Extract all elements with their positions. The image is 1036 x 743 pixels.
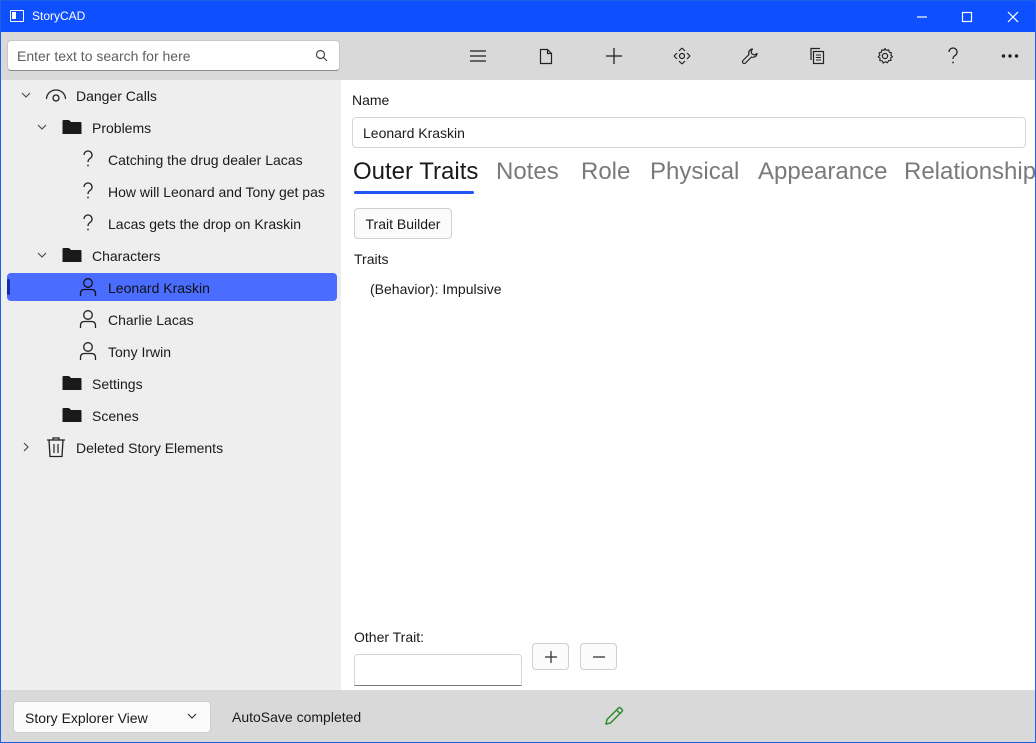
search-icon[interactable] bbox=[315, 49, 328, 62]
tree-node-problem[interactable]: Lacas gets the drop on Kraskin bbox=[7, 209, 337, 237]
maximize-button[interactable] bbox=[944, 1, 990, 32]
minus-icon bbox=[592, 655, 605, 658]
chevron-down-icon[interactable] bbox=[36, 249, 48, 261]
add-trait-button[interactable] bbox=[532, 643, 569, 670]
question-icon bbox=[77, 212, 99, 234]
tree-node-label: Scenes bbox=[92, 408, 139, 424]
help-button[interactable] bbox=[936, 40, 970, 72]
tree-node-label: How will Leonard and Tony get pas bbox=[108, 184, 325, 200]
tree-node-settings-folder[interactable]: Settings bbox=[7, 369, 337, 397]
status-message: AutoSave completed bbox=[232, 709, 362, 725]
tab-relationships[interactable]: Relationships bbox=[904, 158, 1035, 186]
minimize-icon bbox=[917, 15, 927, 18]
tree-node-label: Settings bbox=[92, 376, 143, 392]
title-bar: StoryCAD bbox=[1, 1, 1035, 32]
tab-strip: Outer Traits Notes Role Physical Appeara… bbox=[353, 158, 1035, 198]
folder-icon bbox=[61, 372, 83, 394]
add-icon bbox=[606, 48, 622, 64]
tree-node-character-selected[interactable]: Leonard Kraskin bbox=[7, 273, 337, 301]
window-title: StoryCAD bbox=[32, 9, 86, 23]
tree-node-characters-folder[interactable]: Characters bbox=[7, 241, 337, 269]
tree-node-label: Danger Calls bbox=[76, 88, 157, 104]
tab-outer-traits[interactable]: Outer Traits bbox=[353, 158, 478, 186]
tree-node-label: Tony Irwin bbox=[108, 344, 172, 360]
eye-icon bbox=[45, 84, 67, 106]
chevron-down-icon[interactable] bbox=[36, 121, 48, 133]
tree-node-problem[interactable]: How will Leonard and Tony get pas bbox=[7, 177, 337, 205]
tab-appearance[interactable]: Appearance bbox=[758, 158, 887, 186]
search-box bbox=[7, 40, 340, 71]
tree-node-story[interactable]: Danger Calls bbox=[7, 81, 337, 109]
other-trait-label: Other Trait: bbox=[354, 629, 425, 645]
maximize-icon bbox=[961, 11, 973, 22]
tree-node-trash[interactable]: Deleted Story Elements bbox=[7, 433, 337, 461]
app-icon bbox=[10, 10, 24, 22]
new-file-button[interactable] bbox=[529, 40, 563, 72]
tree-node-scenes-folder[interactable]: Scenes bbox=[7, 401, 337, 429]
folder-icon bbox=[61, 116, 83, 138]
navigate-button[interactable] bbox=[665, 40, 699, 72]
settings-button[interactable] bbox=[868, 40, 902, 72]
status-bar: Story Explorer View AutoSave completed bbox=[1, 690, 1035, 742]
tree-node-label: Deleted Story Elements bbox=[76, 440, 224, 456]
copy-icon bbox=[810, 47, 825, 65]
add-element-button[interactable] bbox=[597, 40, 631, 72]
folder-icon bbox=[61, 404, 83, 426]
trash-icon bbox=[45, 436, 67, 458]
close-icon bbox=[1007, 11, 1019, 22]
traits-label: Traits bbox=[354, 251, 389, 267]
folder-icon bbox=[61, 244, 83, 266]
tab-notes[interactable]: Notes bbox=[496, 158, 559, 186]
toolbar bbox=[1, 32, 1035, 80]
tree-node-character[interactable]: Tony Irwin bbox=[7, 337, 337, 365]
close-button[interactable] bbox=[990, 1, 1035, 32]
menu-button[interactable] bbox=[461, 40, 495, 72]
trait-list-item[interactable]: (Behavior): Impulsive bbox=[370, 281, 502, 297]
tree-node-problem[interactable]: Catching the drug dealer Lacas bbox=[7, 145, 337, 173]
tree-node-label: Catching the drug dealer Lacas bbox=[108, 152, 303, 168]
tree-node-label: Characters bbox=[92, 248, 161, 264]
wrench-icon bbox=[741, 48, 758, 65]
pencil-icon bbox=[605, 706, 624, 725]
person-icon bbox=[77, 340, 99, 362]
copy-button[interactable] bbox=[800, 40, 834, 72]
person-icon bbox=[77, 276, 99, 298]
tools-button[interactable] bbox=[733, 40, 767, 72]
story-explorer-tree: Danger Calls Problems Catching the drug … bbox=[1, 80, 341, 690]
question-icon bbox=[77, 180, 99, 202]
chevron-down-icon[interactable] bbox=[20, 89, 32, 101]
view-selector[interactable]: Story Explorer View bbox=[13, 701, 211, 733]
question-icon bbox=[77, 148, 99, 170]
tab-physical[interactable]: Physical bbox=[650, 158, 739, 186]
tree-node-label: Charlie Lacas bbox=[108, 312, 194, 328]
tree-node-label: Problems bbox=[92, 120, 152, 136]
remove-trait-button[interactable] bbox=[580, 643, 617, 670]
person-icon bbox=[77, 308, 99, 330]
minimize-button[interactable] bbox=[899, 1, 945, 32]
gear-icon bbox=[877, 47, 894, 64]
name-label: Name bbox=[352, 92, 390, 108]
tree-node-character[interactable]: Charlie Lacas bbox=[7, 305, 337, 333]
character-editor: Name Outer Traits Notes Role Physical Ap… bbox=[341, 80, 1035, 690]
menu-icon bbox=[470, 50, 486, 62]
chevron-right-icon[interactable] bbox=[20, 441, 32, 453]
new-file-icon bbox=[539, 48, 553, 64]
plus-icon bbox=[544, 650, 557, 663]
name-field[interactable] bbox=[352, 117, 1026, 148]
tab-role[interactable]: Role bbox=[581, 158, 630, 186]
tree-node-label: Leonard Kraskin bbox=[108, 280, 210, 296]
help-icon bbox=[948, 47, 958, 64]
active-tab-indicator bbox=[354, 191, 474, 194]
navigate-icon bbox=[673, 47, 691, 65]
more-icon bbox=[1001, 54, 1019, 58]
other-trait-input[interactable] bbox=[354, 654, 522, 686]
tree-node-problems-folder[interactable]: Problems bbox=[7, 113, 337, 141]
view-selector-value: Story Explorer View bbox=[25, 710, 148, 726]
tree-node-label: Lacas gets the drop on Kraskin bbox=[108, 216, 302, 232]
app-window: StoryCAD Enter text to search for here D… bbox=[0, 0, 1036, 743]
more-button[interactable] bbox=[993, 40, 1027, 72]
search-input[interactable] bbox=[8, 41, 298, 70]
trait-builder-button[interactable]: Trait Builder bbox=[354, 208, 452, 239]
chevron-down-icon bbox=[187, 713, 197, 719]
